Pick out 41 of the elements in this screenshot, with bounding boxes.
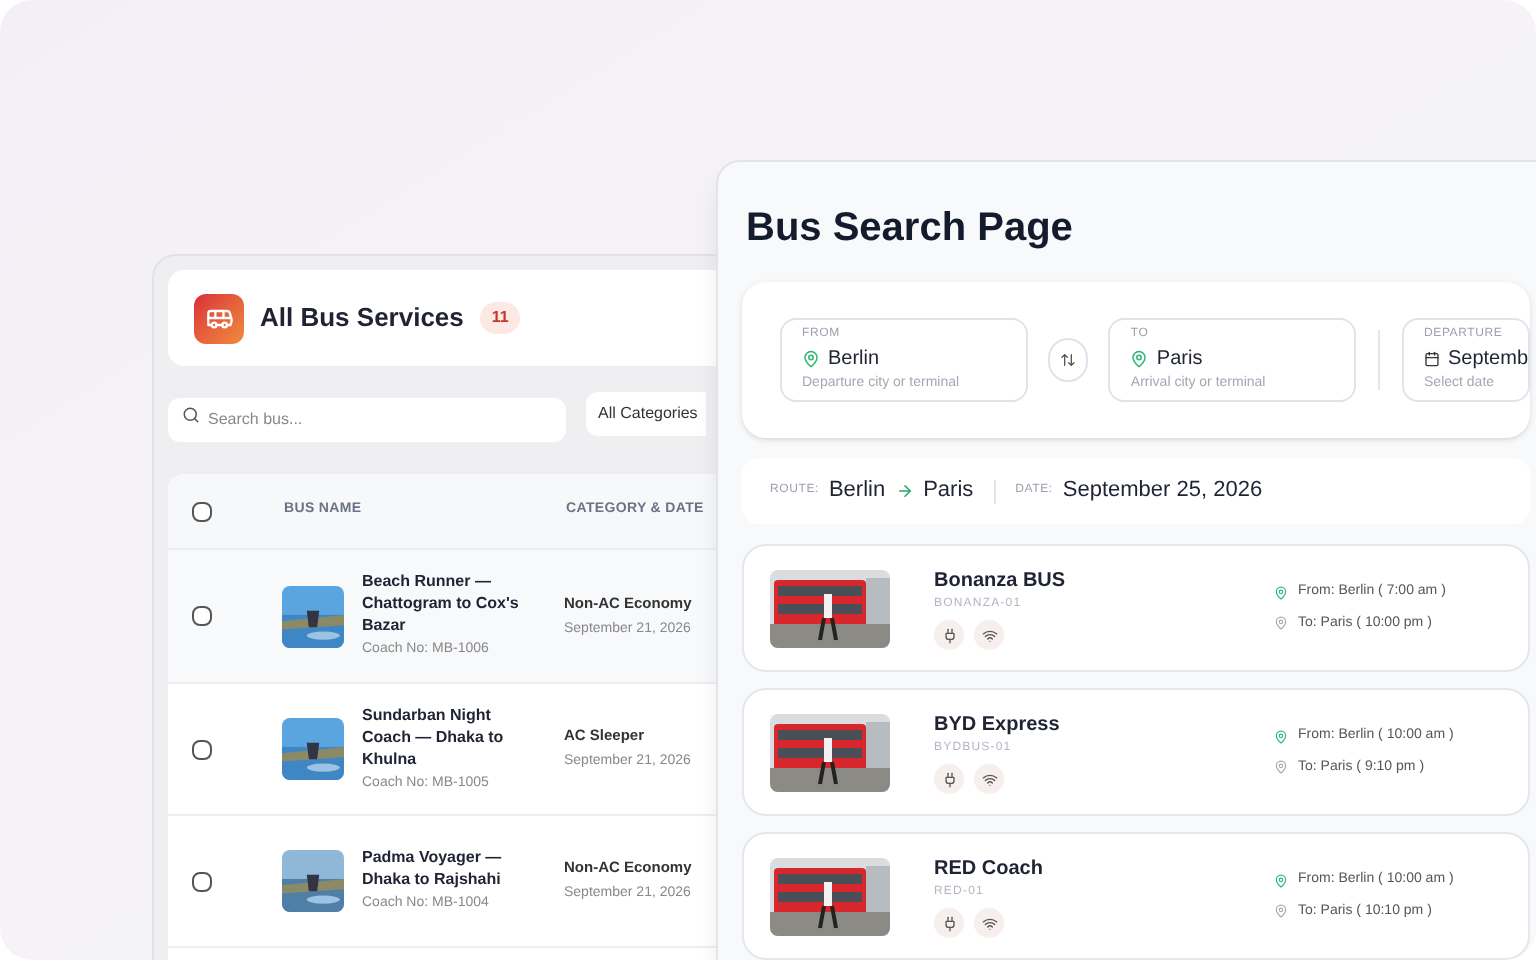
plug-icon — [934, 620, 964, 650]
category-dropdown[interactable]: All Categories — [586, 392, 706, 436]
bus-name: Padma Voyager — Dhaka to Rajshahi — [362, 846, 504, 891]
field-value: Septemb — [1447, 345, 1529, 374]
field-value: Paris — [1156, 345, 1203, 374]
wifi-icon — [974, 908, 1004, 938]
swap-icon — [1060, 352, 1077, 368]
checkbox[interactable] — [192, 501, 212, 521]
search-icon — [182, 406, 200, 424]
pin-icon — [1274, 616, 1288, 631]
page-title: Bus Search Page — [746, 204, 1075, 254]
field-value: Berlin — [828, 345, 880, 374]
bus-name: Sundarban Night Coach — Dhaka to Khulna — [362, 703, 506, 770]
checkbox[interactable] — [192, 739, 212, 759]
pin-icon — [1274, 729, 1288, 744]
plug-icon — [934, 764, 964, 794]
wifi-icon — [974, 620, 1004, 650]
pin-icon — [802, 349, 820, 368]
pin-icon — [1274, 904, 1288, 919]
wifi-icon — [974, 764, 1004, 794]
arrow-icon — [895, 482, 914, 500]
plug-icon — [934, 908, 964, 938]
bus-icon — [194, 293, 244, 343]
pin-icon — [1274, 873, 1288, 888]
count-badge: 11 — [479, 302, 521, 334]
swap-button[interactable] — [1047, 338, 1089, 382]
checkbox[interactable] — [192, 606, 212, 626]
bus-name: Bonanza BUS — [934, 568, 1068, 596]
route-from: Berlin — [828, 476, 886, 507]
bus-name: RED Coach — [934, 856, 1045, 884]
pin-icon — [1274, 585, 1288, 600]
bus-name: BYD Express — [934, 712, 1062, 740]
pin-icon — [1130, 349, 1149, 368]
bus-name: Beach Runner — Chattogram to Cox's Bazar — [362, 570, 521, 637]
route-to: Paris — [923, 476, 974, 507]
checkbox[interactable] — [192, 871, 212, 891]
route-date: September 25, 2026 — [1062, 476, 1263, 507]
panel-title: All Bus Services — [260, 300, 464, 337]
pin-icon — [1274, 760, 1288, 775]
search-field[interactable]: Search bus... — [168, 397, 566, 441]
calendar-icon — [1424, 349, 1440, 368]
